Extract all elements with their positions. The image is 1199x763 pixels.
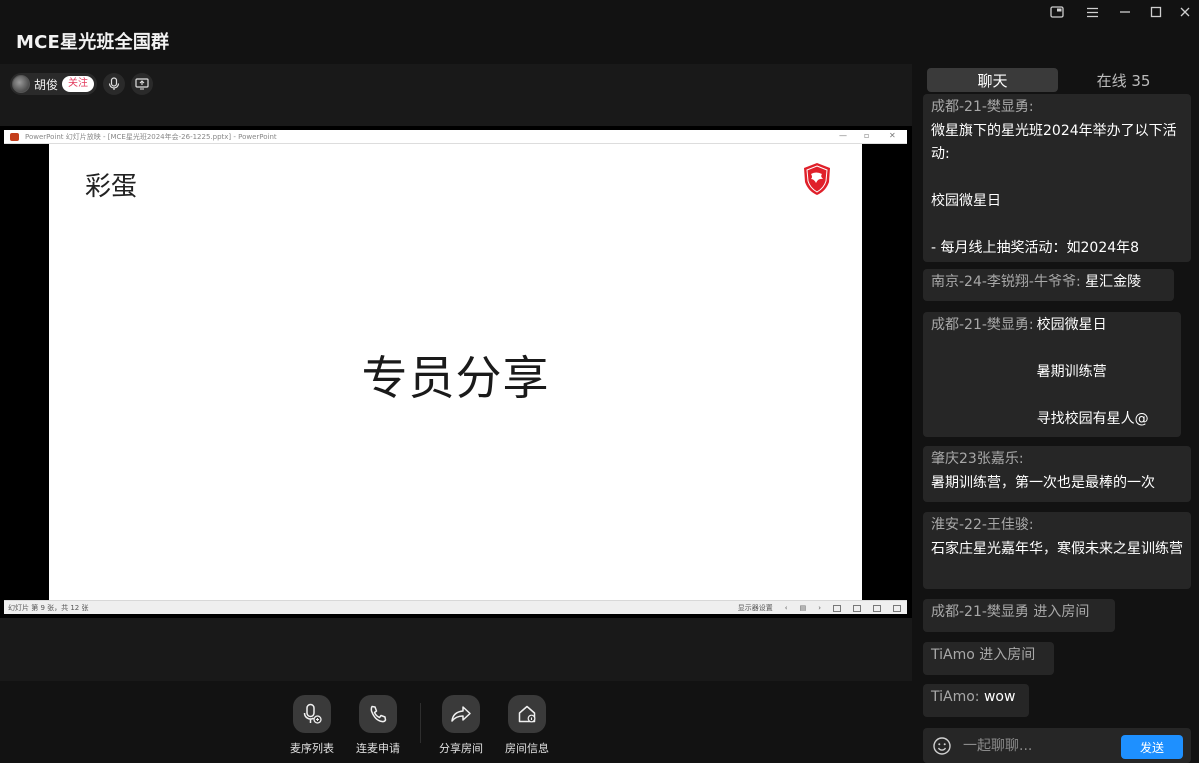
message-sender: 肇庆23张嘉乐: — [931, 451, 1024, 467]
slide-counter: 幻灯片 第 9 张，共 12 张 — [8, 603, 89, 612]
message-sender: 成都-21-樊显勇: — [931, 317, 1034, 333]
room-title: MCE星光班全国群 — [16, 32, 170, 53]
message-text: 校园微星日 暑期训练营 寻找校园有星人@ — [1036, 317, 1149, 427]
chat-message: 成都-21-樊显勇: 校园微星日 暑期训练营 寻找校园有星人@ — [923, 312, 1181, 437]
message-text: wow — [983, 689, 1016, 705]
shared-screen: PowerPoint 幻灯片放映 - [MCE星光班2024年会-26-1225… — [0, 126, 912, 618]
tab-chat[interactable]: 聊天 — [927, 68, 1058, 92]
tool-label: 连麦申请 — [356, 742, 400, 755]
mic-list-button[interactable]: 麦序列表 — [282, 695, 342, 756]
slide: 彩蛋 专员分享 — [49, 144, 862, 601]
follow-button[interactable]: 关注 — [62, 76, 95, 92]
toolbar-divider — [420, 703, 421, 743]
ppt-titlebar: PowerPoint 幻灯片放映 - [MCE星光班2024年会-26-1225… — [4, 130, 907, 144]
chat-message: TiAmo 进入房间 — [923, 642, 1054, 675]
host-name: 胡俊 — [34, 77, 59, 92]
slide-list-icon: ▤ — [799, 604, 807, 612]
message-text: 石家庄星光嘉年华，寒假未来之星训练营 — [931, 540, 1183, 557]
menu-icon[interactable] — [1081, 3, 1103, 21]
chat-message: 成都-21-樊显勇 进入房间 — [923, 599, 1115, 632]
sorter-view-icon — [853, 604, 861, 612]
message-sender: 成都-21-樊显勇: — [931, 99, 1034, 115]
powerpoint-icon — [10, 132, 19, 141]
video-stage: 胡俊 关注 PowerPoint 幻灯片放映 - [MCE星光班2024年会-2… — [0, 64, 912, 681]
close-icon[interactable] — [1174, 3, 1196, 21]
bottom-toolbar: 麦序列表 连麦申请 分享房间 房间信息 — [0, 681, 912, 763]
minimize-icon[interactable] — [1114, 3, 1136, 21]
chat-scrollbar[interactable] — [1193, 94, 1197, 654]
room-info-button[interactable]: 房间信息 — [497, 695, 557, 756]
chat-message: TiAmo: wow — [923, 684, 1029, 717]
message-sender: 淮安-22-王佳骏: — [931, 517, 1034, 533]
chat-message: 肇庆23张嘉乐: 暑期训练营，第一次也是最棒的一次 — [923, 446, 1191, 502]
screen-share-icon[interactable] — [131, 73, 154, 95]
mic-list-icon[interactable] — [293, 695, 331, 733]
ppt-close-icon: ✕ — [889, 131, 896, 140]
tool-label: 房间信息 — [505, 742, 549, 755]
chat-message: 淮安-22-王佳骏: 石家庄星光嘉年华，寒假未来之星训练营 — [923, 512, 1191, 589]
house-info-icon[interactable] — [508, 695, 546, 733]
host-bar: 胡俊 关注 — [10, 72, 154, 96]
connect-mic-request-button[interactable]: 连麦申请 — [348, 695, 408, 756]
next-slide-icon: › — [818, 604, 821, 612]
message-text: 暑期训练营，第一次也是最棒的一次 — [931, 474, 1155, 491]
tab-online[interactable]: 在线 35 — [1058, 68, 1189, 92]
ppt-status-controls: 显示器设置 ‹ ▤ › — [738, 603, 901, 613]
normal-view-icon — [833, 604, 841, 612]
ppt-minimize-icon: — — [839, 131, 847, 140]
mic-icon[interactable] — [103, 73, 126, 95]
message-text: 微星旗下的星光班2024年举办了以下活动: 校园微星日 - 每月线上抽奖活动：如… — [931, 122, 1177, 257]
ppt-statusbar: 幻灯片 第 9 张，共 12 张 显示器设置 ‹ ▤ › — [4, 600, 907, 614]
msi-dragon-logo-icon — [802, 162, 832, 196]
emoji-icon[interactable] — [933, 737, 951, 755]
slideshow-view-icon — [893, 604, 901, 612]
tool-label: 麦序列表 — [290, 742, 334, 755]
maximize-icon[interactable] — [1145, 3, 1167, 21]
host-pill[interactable]: 胡俊 关注 — [10, 73, 98, 95]
ppt-restore-icon: ▫ — [864, 131, 870, 140]
chat-message: 南京-24-李锐翔-牛爷爷: 星汇金陵 — [923, 269, 1174, 301]
message-text: 星汇金陵 — [1085, 274, 1142, 290]
message-sender: 南京-24-李锐翔-牛爷爷: — [931, 274, 1081, 290]
slide-main-text: 专员分享 — [361, 351, 550, 405]
chat-message-list[interactable]: 成都-21-樊显勇: 微星旗下的星光班2024年举办了以下活动: 校园微星日 -… — [923, 94, 1191, 717]
chat-input-bar: 发送 — [923, 728, 1191, 763]
slide-corner-title: 彩蛋 — [85, 172, 138, 202]
tool-label: 分享房间 — [439, 742, 483, 755]
share-icon[interactable] — [442, 695, 480, 733]
ppt-window-title: PowerPoint 幻灯片放映 - [MCE星光班2024年会-26-1225… — [25, 132, 277, 141]
chat-panel: 聊天 在线 35 成都-21-樊显勇: 微星旗下的星光班2024年举办了以下活动… — [912, 64, 1199, 763]
prev-slide-icon: ‹ — [784, 604, 788, 612]
window-titlebar — [0, 0, 1199, 24]
message-sender: 成都-21-樊显勇 进入房间 — [931, 604, 1090, 620]
display-settings: 显示器设置 — [737, 604, 773, 612]
message-sender: TiAmo 进入房间 — [931, 647, 1036, 663]
chat-tabs: 聊天 在线 35 — [927, 68, 1189, 92]
chat-message: 成都-21-樊显勇: 微星旗下的星光班2024年举办了以下活动: 校园微星日 -… — [923, 94, 1191, 262]
avatar[interactable] — [12, 75, 30, 93]
phone-icon[interactable] — [359, 695, 397, 733]
message-sender: TiAmo: — [931, 689, 980, 705]
pip-icon[interactable] — [1046, 3, 1068, 21]
share-room-button[interactable]: 分享房间 — [431, 695, 491, 756]
send-button[interactable]: 发送 — [1121, 735, 1183, 759]
chat-input[interactable] — [963, 735, 1113, 757]
reading-view-icon — [873, 604, 881, 612]
